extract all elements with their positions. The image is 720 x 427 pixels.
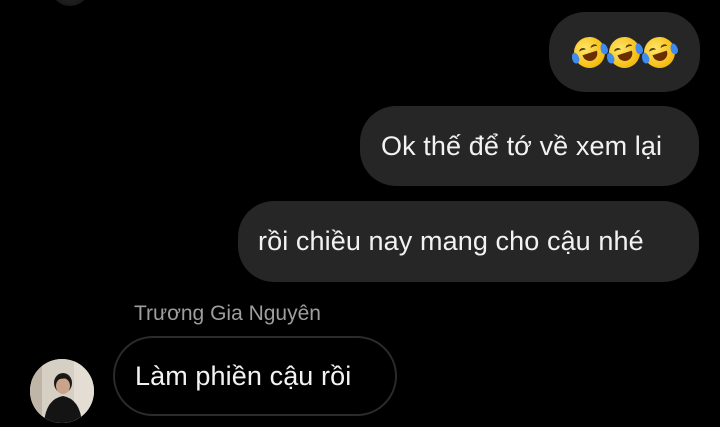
message-bubble-incoming[interactable]: Làm phiền cậu rồi <box>113 336 397 416</box>
message-text: rồi chiều nay mang cho cậu nhé <box>258 226 644 256</box>
previous-avatar <box>50 0 90 6</box>
rolling-on-floor-laughing-icon <box>604 32 645 72</box>
message-text: Ok thế để tớ về xem lại <box>381 131 663 161</box>
rolling-on-floor-laughing-icon <box>639 32 680 72</box>
avatar[interactable] <box>30 359 94 423</box>
rolling-on-floor-laughing-icon <box>569 32 610 72</box>
sender-name: Trương Gia Nguyên <box>134 302 321 325</box>
message-text: Làm phiền cậu rồi <box>135 361 352 391</box>
message-bubble-emoji[interactable] <box>549 12 700 92</box>
message-bubble-outgoing[interactable]: Ok thế để tớ về xem lại <box>360 106 699 186</box>
message-bubble-outgoing[interactable]: rồi chiều nay mang cho cậu nhé <box>238 201 699 282</box>
